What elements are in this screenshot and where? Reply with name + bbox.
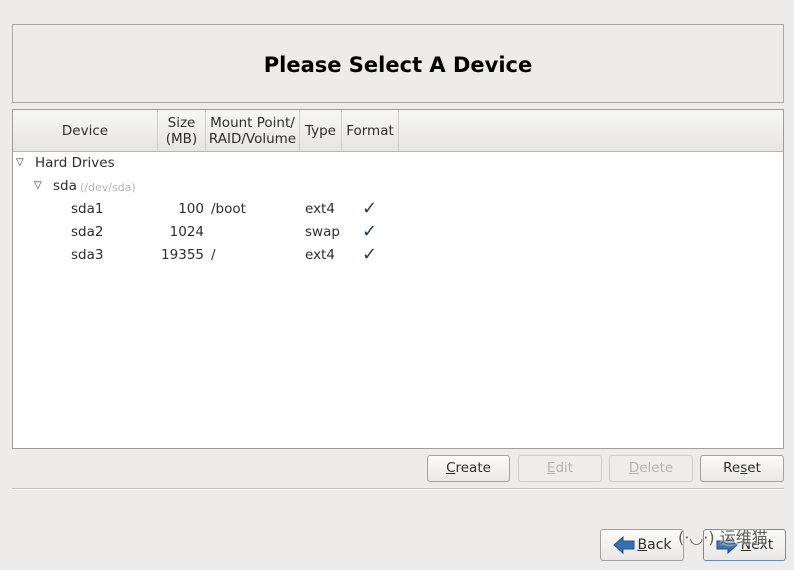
reset-button[interactable]: Reset bbox=[700, 455, 784, 482]
expander-triangle-icon[interactable]: ▽ bbox=[34, 180, 42, 191]
device-tree[interactable]: Device Size (MB) Mount Point/RAID/Volume … bbox=[12, 109, 784, 449]
column-filler bbox=[399, 110, 783, 151]
partition-type: swap bbox=[305, 224, 340, 240]
edit-button[interactable]: Edit bbox=[518, 455, 602, 482]
partition-size: 19355 bbox=[161, 247, 204, 263]
back-arrow-icon bbox=[612, 535, 634, 555]
format-check-icon: ✓ bbox=[362, 221, 378, 242]
disk-path: (/dev/sda) bbox=[80, 181, 136, 194]
partition-mount: / bbox=[211, 247, 216, 263]
partition-device: sda3 bbox=[71, 247, 104, 263]
column-device[interactable]: Device bbox=[13, 110, 158, 151]
partition-size: 1024 bbox=[169, 224, 204, 240]
format-check-icon: ✓ bbox=[362, 198, 378, 219]
partition-mount: /boot bbox=[211, 201, 246, 217]
partition-device: sda2 bbox=[71, 224, 104, 240]
partition-type: ext4 bbox=[305, 201, 335, 217]
table-header: Device Size (MB) Mount Point/RAID/Volume … bbox=[13, 110, 783, 152]
disk-name: sda bbox=[53, 178, 77, 194]
partition-device: sda1 bbox=[71, 201, 104, 217]
partition-size: 100 bbox=[178, 201, 204, 217]
partition-type: ext4 bbox=[305, 247, 335, 263]
create-button[interactable]: Create bbox=[427, 455, 510, 482]
tree-row-disk[interactable]: ▽ sda (/dev/sda) bbox=[13, 175, 783, 198]
table-row[interactable]: sda1 100 /boot ext4 ✓ bbox=[13, 198, 783, 221]
table-row[interactable]: sda3 19355 / ext4 ✓ bbox=[13, 244, 783, 267]
table-row[interactable]: sda2 1024 swap ✓ bbox=[13, 221, 783, 244]
next-button[interactable]: Next bbox=[703, 529, 786, 561]
next-arrow-icon bbox=[716, 535, 738, 555]
tree-row-hard-drives[interactable]: ▽ Hard Drives bbox=[13, 152, 783, 175]
header-panel: Please Select A Device bbox=[12, 24, 784, 103]
expander-triangle-icon[interactable]: ▽ bbox=[16, 157, 24, 168]
column-size[interactable]: Size (MB) bbox=[158, 110, 206, 151]
delete-button[interactable]: Delete bbox=[609, 455, 693, 482]
back-button[interactable]: Back bbox=[600, 529, 684, 561]
separator bbox=[12, 488, 784, 490]
group-label: Hard Drives bbox=[35, 155, 115, 171]
format-check-icon: ✓ bbox=[362, 244, 378, 265]
column-mount-point[interactable]: Mount Point/RAID/Volume bbox=[206, 110, 300, 151]
column-format[interactable]: Format bbox=[342, 110, 399, 151]
column-type[interactable]: Type bbox=[300, 110, 342, 151]
page-title: Please Select A Device bbox=[263, 52, 533, 77]
